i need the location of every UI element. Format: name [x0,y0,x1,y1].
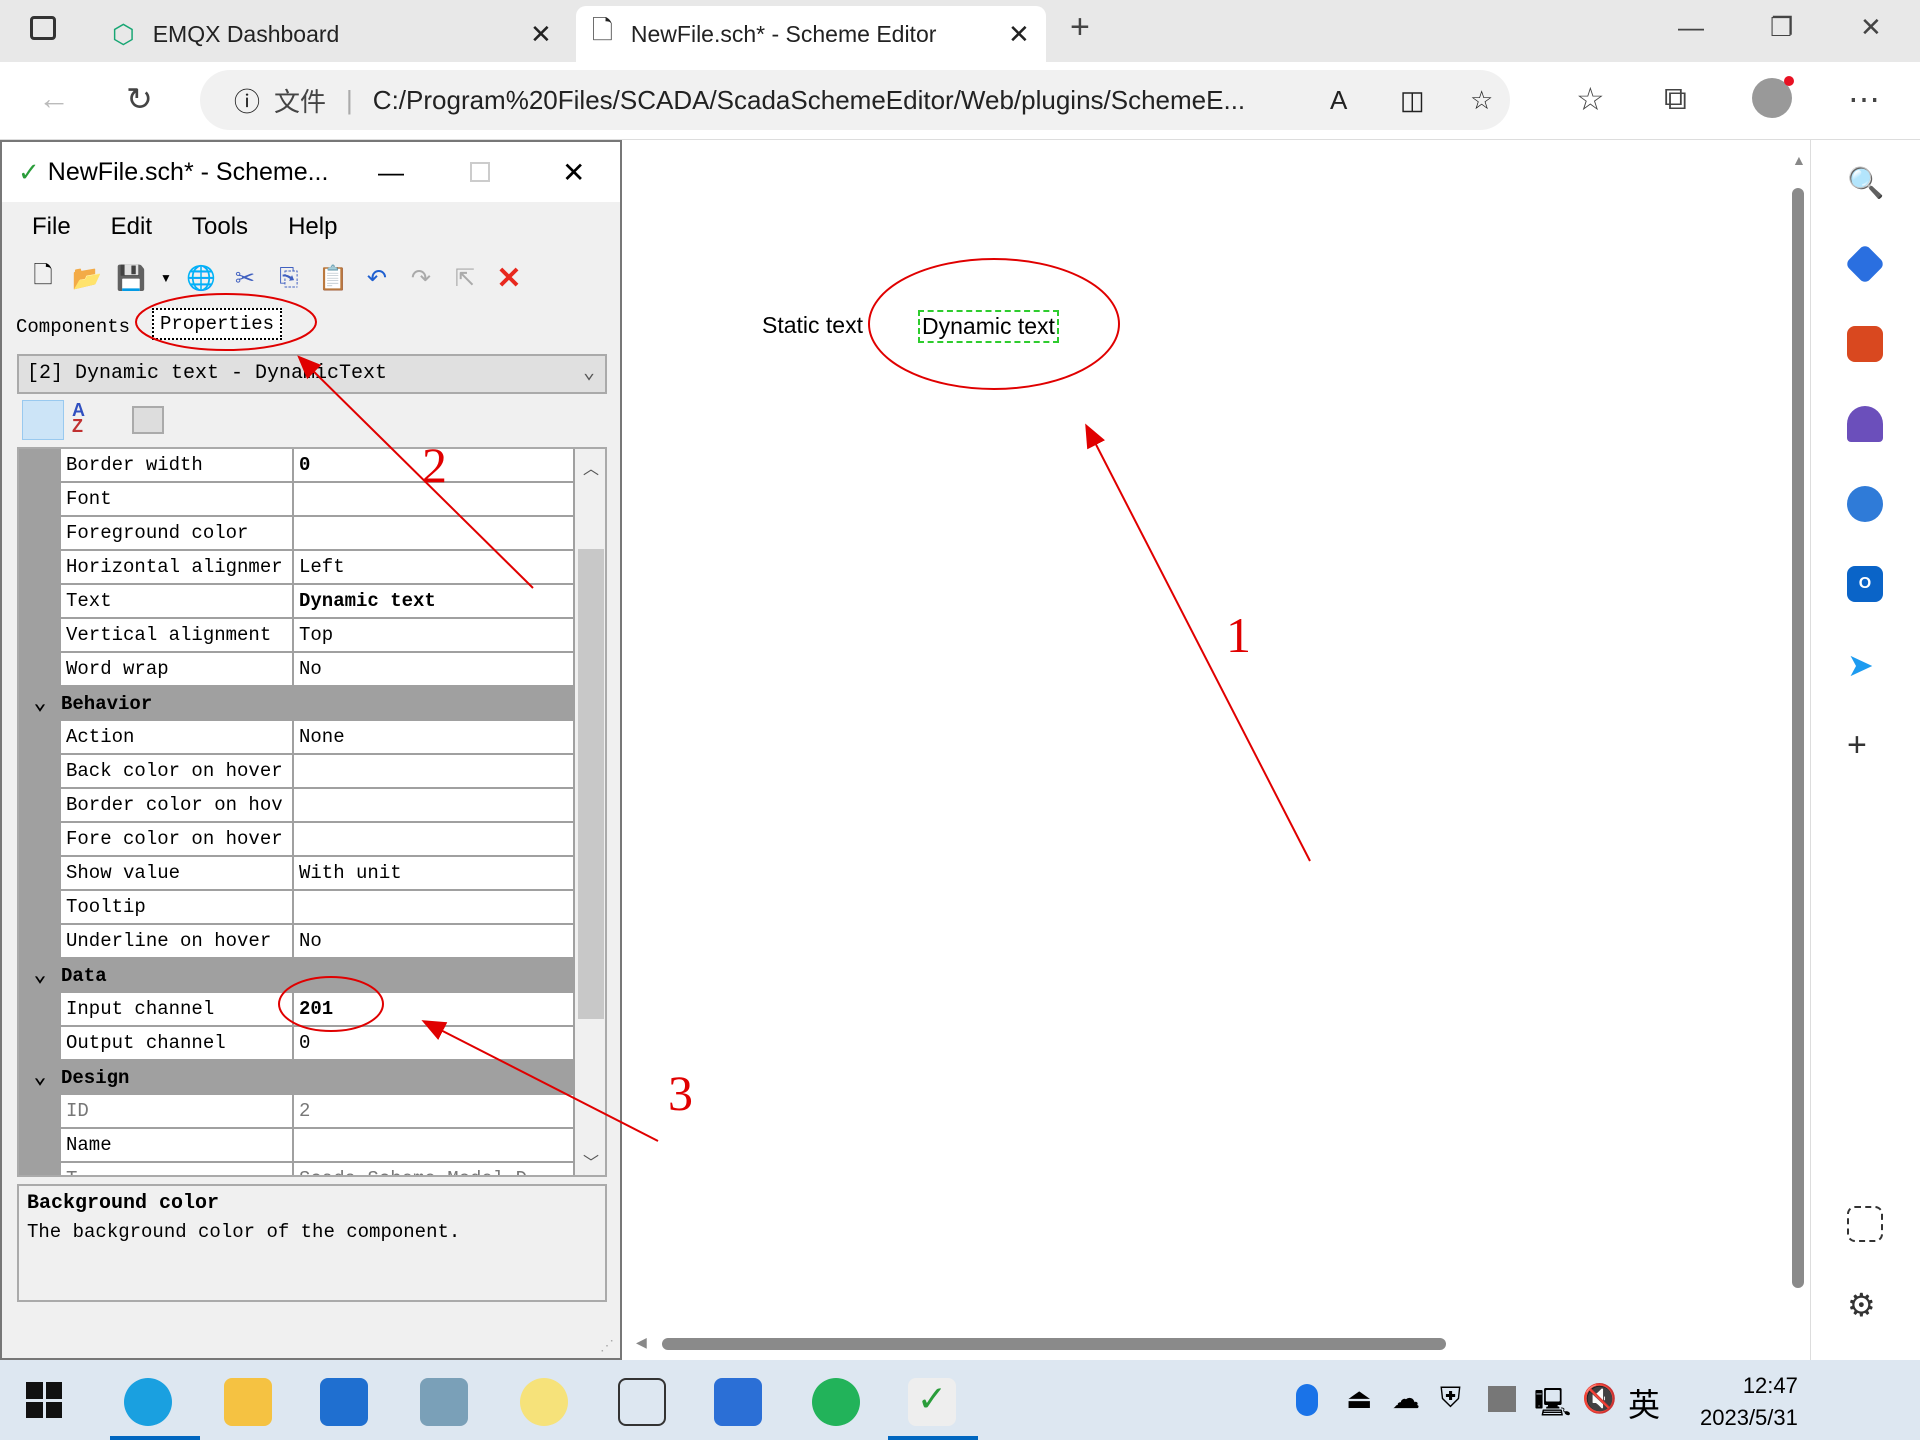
powershell-icon[interactable] [714,1378,762,1426]
mail-icon[interactable] [320,1378,368,1426]
scheme-editor-taskbar-icon[interactable]: ✓ [908,1378,956,1426]
diagram-app-icon[interactable] [618,1378,666,1426]
annotation-label-1: 1 [1226,607,1251,663]
annotation-ellipse-properties-tab [135,293,317,351]
start-button[interactable] [26,1382,62,1418]
muted-volume-icon[interactable]: 🔇 [1582,1382,1617,1415]
network-app-icon[interactable] [420,1378,468,1426]
annotation-arrow-1 [1085,423,1311,862]
lightbulb-icon[interactable] [520,1378,568,1426]
annotation-label-2: 2 [422,437,447,493]
file-explorer-icon[interactable] [224,1378,272,1426]
annotation-ellipse-dynamic-text [868,258,1120,390]
taskbar: ✓ ⏏ ☁ ⛨ 🖳 🔇 英 12:47 2023/5/31 [0,1360,1920,1440]
onedrive-icon[interactable]: ☁ [1392,1382,1420,1415]
remote-app-icon[interactable] [812,1378,860,1426]
vmware-icon[interactable] [1488,1386,1516,1412]
annotation-ellipse-input-channel [278,976,384,1032]
clock[interactable]: 12:47 2023/5/31 [1700,1370,1798,1434]
annotation-overlay: 1 2 3 [135,258,1311,1142]
annotation-label-3: 3 [668,1065,693,1121]
time: 12:47 [1742,1373,1798,1398]
annotation-arrow-2 [297,355,534,589]
network-icon[interactable]: 🖳 [1534,1382,1571,1430]
edge-taskbar-icon[interactable] [124,1378,172,1426]
usb-icon[interactable]: ⏏ [1346,1382,1372,1415]
bluetooth-icon[interactable] [1296,1384,1318,1416]
security-shield-icon[interactable]: ⛨ [1440,1382,1461,1415]
annotation-arrow-3 [421,1020,659,1142]
input-method-indicator[interactable]: 英 [1628,1380,1660,1426]
date: 2023/5/31 [1700,1405,1798,1430]
